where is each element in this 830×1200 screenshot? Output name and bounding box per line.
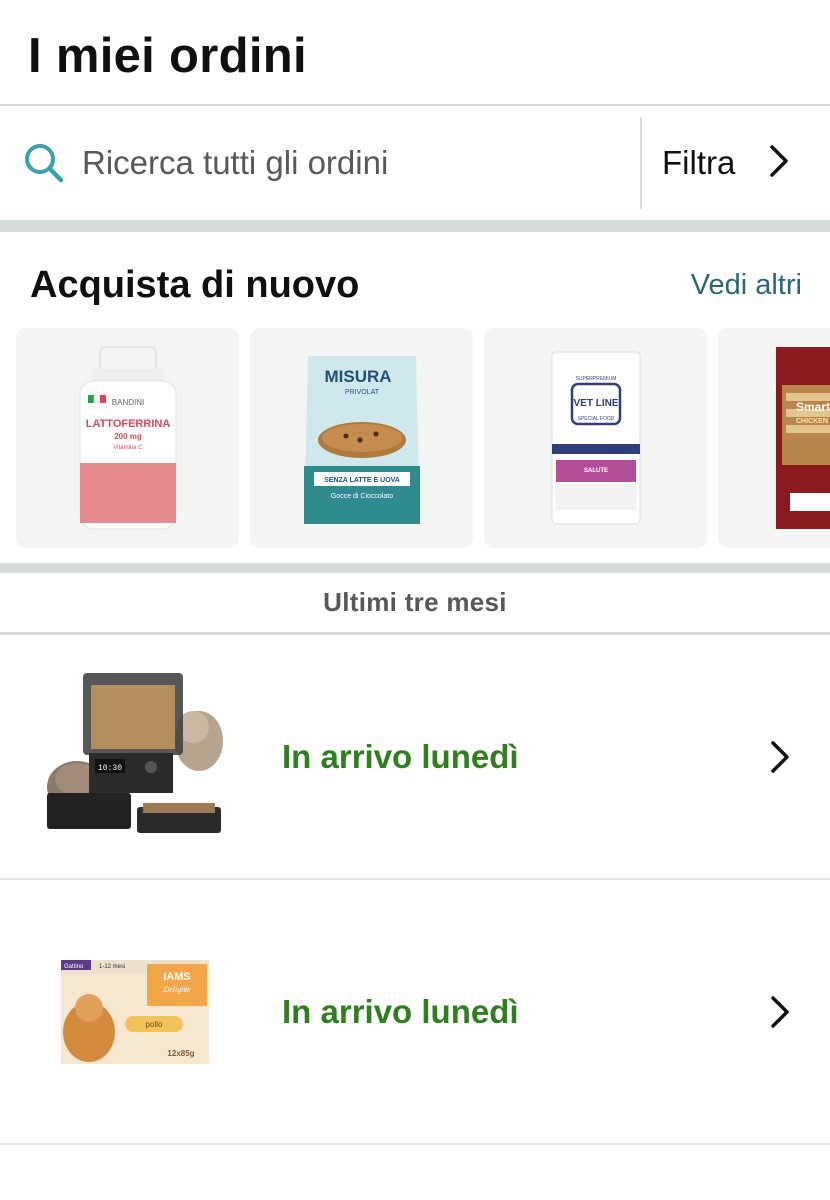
iams-kitten: Gattino <box>64 964 84 970</box>
buy-again-header: Acquista di nuovo Vedi altri <box>0 232 830 328</box>
iams-brand: IAMS <box>163 971 191 983</box>
iams-weight: 12x85g <box>167 1049 194 1058</box>
product-brand: Smart <box>796 400 830 414</box>
product-card-smart[interactable]: Smart CHICKEN <box>718 328 830 548</box>
filter-button[interactable]: Filtra <box>642 106 830 220</box>
order-status: In arrivo lunedì <box>282 992 519 1030</box>
product-brand: BANDINI <box>111 398 143 407</box>
section-separator <box>0 563 830 573</box>
smart-treats-image: Smart CHICKEN <box>776 347 830 529</box>
period-label: Ultimi tre mesi <box>323 587 507 617</box>
product-card-misura[interactable]: MISURA PRIVOLAT SENZA LATTE E UOVA Gocce… <box>250 328 473 548</box>
product-tagline: SENZA LATTE E UOVA <box>324 477 400 484</box>
product-label: CHICKEN <box>796 418 828 425</box>
chevron-right-icon <box>760 992 800 1032</box>
order-status: In arrivo lunedì <box>282 737 519 775</box>
chevron-right-icon <box>768 144 790 183</box>
feeder-screen: 10:30 <box>98 764 122 773</box>
svg-text:SUPERPREMIUM: SUPERPREMIUM <box>575 376 616 382</box>
lattoferrina-bottle-image: BANDINI LATTOFERRINA 200 mg Vitamina C <box>79 346 176 530</box>
chevron-right-icon <box>760 737 800 777</box>
product-brand: MISURA <box>324 367 391 386</box>
product-dose: 200 mg <box>114 432 142 441</box>
search-bar: Filtra <box>0 106 830 220</box>
product-label: SPECIAL FOOD <box>577 416 614 422</box>
iams-age: 1-12 mesi <box>99 964 125 970</box>
iams-sub: Delights <box>162 985 190 994</box>
vetline-food-image: SUPERPREMIUM VET LINE SPECIAL FOOD SALUT… <box>551 351 640 525</box>
product-tagline: SALUTE <box>584 468 608 474</box>
order-thumbnail: 10:30 <box>40 662 230 852</box>
period-header: Ultimi tre mesi <box>0 573 830 635</box>
buy-again-carousel: BANDINI LATTOFERRINA 200 mg Vitamina C M… <box>0 328 830 563</box>
search-input[interactable] <box>82 133 640 193</box>
product-sub: Vitamina C <box>113 445 143 451</box>
product-sub: Gocce di Cioccolato <box>330 493 392 500</box>
misura-biscuits-image: MISURA PRIVOLAT SENZA LATTE E UOVA Gocce… <box>303 356 420 524</box>
order-row[interactable]: 10:30 In arrivo lunedì <box>0 635 830 880</box>
product-card-vetline[interactable]: SUPERPREMIUM VET LINE SPECIAL FOOD SALUT… <box>484 328 707 548</box>
cat-feeder-image: 10:30 <box>47 672 223 833</box>
page-title: I miei ordini <box>28 29 307 83</box>
section-separator <box>0 220 830 232</box>
product-brand: VET LINE <box>573 398 618 409</box>
product-label: PRIVOLAT <box>344 389 379 396</box>
search-icon <box>22 141 66 185</box>
see-more-link[interactable]: Vedi altri <box>691 269 802 302</box>
buy-again-title: Acquista di nuovo <box>30 263 360 306</box>
iams-box-image: Gattino 1-12 mesi IAMS Delights pollo 12… <box>61 959 209 1064</box>
order-row[interactable]: Gattino 1-12 mesi IAMS Delights pollo 12… <box>0 880 830 1145</box>
order-thumbnail: Gattino 1-12 mesi IAMS Delights pollo 12… <box>40 917 230 1107</box>
page-header: I miei ordini <box>0 0 830 106</box>
product-label: LATTOFERRINA <box>85 418 170 430</box>
filter-label: Filtra <box>662 144 736 181</box>
iams-flavor: pollo <box>146 1020 163 1029</box>
product-card-lattoferrina[interactable]: BANDINI LATTOFERRINA 200 mg Vitamina C <box>16 328 239 548</box>
